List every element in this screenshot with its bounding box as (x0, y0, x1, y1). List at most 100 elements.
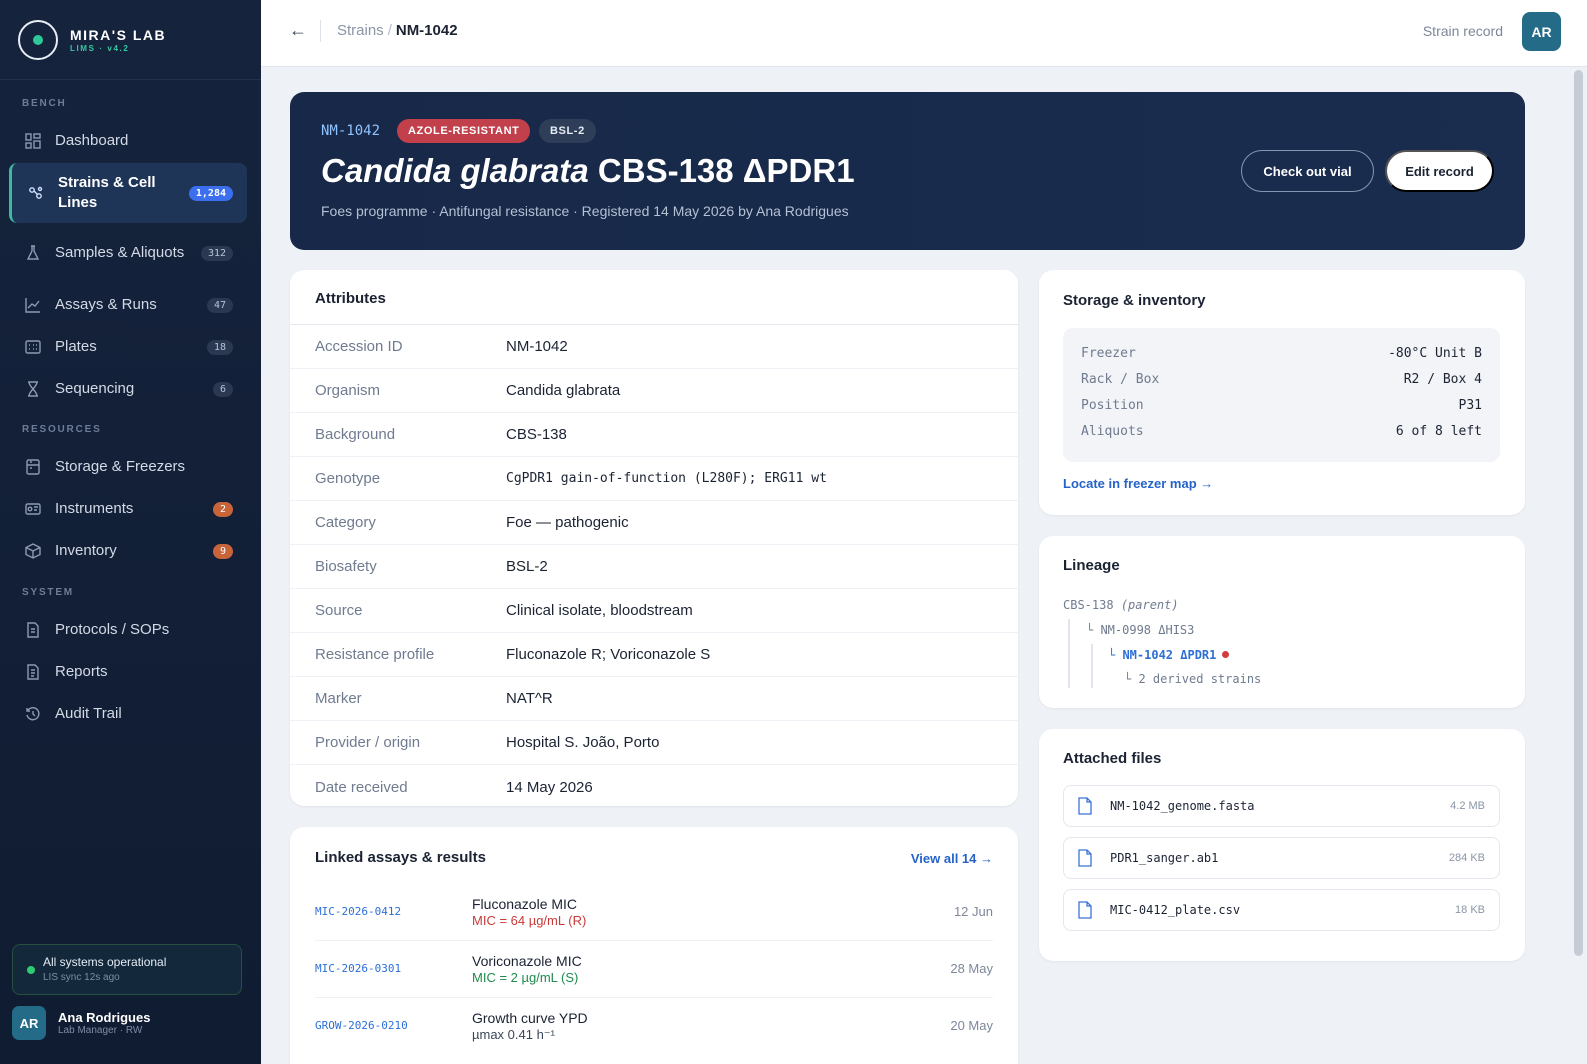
strain-header: NM-1042 AZOLE-RESISTANT BSL-2 Candida gl… (290, 92, 1525, 250)
brand-name: MIRA'S LAB (70, 26, 167, 43)
count-badge: 1,284 (188, 185, 233, 201)
view-all-assays-link[interactable]: View all 14 → (911, 851, 993, 866)
storage-key: Position (1081, 398, 1144, 413)
sidebar-item-plates[interactable]: Plates 18 (9, 327, 247, 367)
assay-row[interactable]: GROW-2026-0210 Growth curve YPD µmax 0.4… (315, 998, 993, 1055)
sidebar-item-assays[interactable]: Assays & Runs 47 (9, 285, 247, 325)
sidebar-item-strains[interactable]: Strains & Cell Lines 1,284 (9, 163, 247, 223)
attribute-row: Resistance profile Fluconazole R; Voricon… (290, 633, 1018, 677)
divider (320, 20, 321, 42)
attribute-value: Hospital S. João, Porto (506, 734, 660, 751)
attribute-row: Category Foe — pathogenic (290, 501, 1018, 545)
file-item[interactable]: PDR1_sanger.ab1 284 KB (1063, 837, 1500, 879)
card-title: Linked assays & results (315, 849, 486, 866)
file-item[interactable]: NM-1042_genome.fasta 4.2 MB (1063, 785, 1500, 827)
plate-icon (24, 338, 42, 356)
attributes-card: Attributes Accession ID NM-1042 Organism C… (290, 270, 1018, 806)
strain-id: NM-1042 (321, 123, 381, 139)
sidebar-item-protocols[interactable]: Protocols / SOPs (9, 610, 247, 650)
count-badge: 312 (200, 245, 233, 261)
status-dot-icon (27, 966, 35, 974)
storage-value: -80°C Unit B (1388, 346, 1482, 361)
file-name: NM-1042_genome.fasta (1110, 799, 1255, 813)
attribute-key: Accession ID (315, 338, 403, 355)
avatar: AR (12, 1006, 46, 1040)
attribute-row: Accession ID NM-1042 (290, 325, 1018, 369)
linked-assays-card: Linked assays & results View all 14 → MI… (290, 827, 1018, 1064)
attribute-value: NAT^R (506, 690, 553, 707)
sequencing-icon (24, 380, 42, 398)
brand[interactable]: MIRA'S LAB LIMS · v4.2 (0, 0, 261, 80)
attribute-row: Genotype CgPDR1 gain-of-function (L280F);… (290, 457, 1018, 501)
status-sync-time: LIS sync 12s ago (43, 972, 120, 983)
tree-connector (1091, 644, 1093, 688)
sidebar-item-label: Plates (55, 338, 97, 355)
assay-id-link[interactable]: GROW-2026-0210 (315, 1019, 408, 1032)
user-name: Ana Rodrigues (58, 1010, 151, 1025)
assay-name: Fluconazole MIC (472, 896, 578, 912)
assay-id-link[interactable]: MIC-2026-0412 (315, 905, 401, 918)
system-status[interactable]: All systems operational LIS sync 12s ago (12, 944, 242, 995)
resistance-badge: AZOLE-RESISTANT (397, 119, 531, 143)
attribute-value: Candida glabrata (506, 382, 621, 399)
sidebar-item-label: Audit Trail (55, 705, 122, 722)
lineage-root[interactable]: CBS-138 (parent) (1063, 598, 1179, 612)
strain-designation: CBS-138 ΔPDR1 (597, 152, 855, 189)
sidebar-item-samples[interactable]: Samples & Aliquots 312 (9, 223, 247, 283)
breadcrumb-current: NM-1042 (395, 22, 458, 39)
assay-date: 28 May (950, 961, 993, 976)
file-name: MIC-0412_plate.csv (1110, 903, 1241, 917)
avatar[interactable]: AR (1522, 12, 1561, 51)
count-badge: 47 (206, 297, 233, 313)
check-out-vial-button[interactable]: Check out vial (1241, 150, 1374, 192)
lineage-child[interactable]: └ NM-0998 ΔHIS3 (1086, 623, 1194, 637)
sidebar-item-audit[interactable]: Audit Trail (9, 694, 247, 734)
organism-name: Candida glabrata (321, 152, 589, 189)
storage-value: P31 (1458, 398, 1482, 413)
storage-details: Freezer -80°C Unit B Rack / Box R2 / Box 4… (1063, 328, 1500, 462)
count-badge: 18 (206, 339, 233, 355)
edit-record-button[interactable]: Edit record (1385, 150, 1494, 192)
alert-count-badge: 2 (212, 501, 233, 517)
assay-id-link[interactable]: MIC-2026-0301 (315, 962, 401, 975)
card-title: Lineage (1063, 557, 1120, 574)
alert-count-badge: 9 (212, 543, 233, 559)
brand-logo-icon (18, 19, 58, 60)
attribute-value: 14 May 2026 (506, 778, 593, 796)
section-label-bench: BENCH (22, 98, 67, 109)
assay-row[interactable]: MIC-2026-0301 Voriconazole MIC MIC = 2 µ… (315, 941, 993, 998)
sidebar-item-dashboard[interactable]: Dashboard (9, 121, 247, 161)
assay-date: 12 Jun (953, 904, 993, 919)
sidebar: MIRA'S LAB LIMS · v4.2 BENCH Dashboard S… (0, 0, 261, 1064)
sidebar-item-instruments[interactable]: Instruments 2 (9, 489, 247, 529)
file-item[interactable]: MIC-0412_plate.csv 18 KB (1063, 889, 1500, 931)
attribute-key: Marker (315, 690, 362, 707)
back-arrow-icon[interactable]: ← (289, 20, 307, 41)
sidebar-item-sequencing[interactable]: Sequencing 6 (9, 369, 247, 409)
sidebar-item-label: Storage & Freezers (55, 458, 186, 475)
attribute-row: Marker NAT^R (290, 677, 1018, 721)
attribute-key: Organism (315, 382, 381, 399)
locate-freezer-link[interactable]: Locate in freezer map → (1063, 476, 1213, 491)
dashboard-icon (24, 132, 42, 150)
lineage-derived[interactable]: └ 2 derived strains (1124, 672, 1261, 686)
file-size: 4.2 MB (1450, 800, 1485, 812)
card-title: Attached files (1063, 750, 1162, 767)
sidebar-item-reports[interactable]: Reports (9, 652, 247, 692)
lineage-current-id: └ NM-1042 ΔPDR1 (1108, 648, 1217, 662)
card-title: Attributes (315, 290, 386, 307)
user-profile[interactable]: AR Ana Rodrigues Lab Manager · RW (12, 1006, 150, 1040)
storage-row: Position P31 (1081, 398, 1482, 424)
file-size: 284 KB (1448, 852, 1485, 864)
sidebar-item-inventory[interactable]: Inventory 9 (9, 531, 247, 571)
sidebar-item-storage[interactable]: Storage & Freezers (9, 447, 247, 487)
attribute-row: Organism Candida glabrata (290, 369, 1018, 413)
attribute-value: CgPDR1 gain-of-function (L280F); ERG11 w… (506, 471, 827, 486)
storage-key: Rack / Box (1081, 372, 1160, 387)
storage-value: R2 / Box 4 (1403, 372, 1482, 387)
attribute-key: Biosafety (315, 558, 377, 575)
assay-row[interactable]: MIC-2026-0412 Fluconazole MIC MIC = 64 µ… (315, 884, 993, 941)
file-icon (1078, 849, 1092, 867)
scrollbar[interactable] (1574, 70, 1583, 956)
breadcrumb-parent-link[interactable]: Strains (337, 22, 384, 39)
